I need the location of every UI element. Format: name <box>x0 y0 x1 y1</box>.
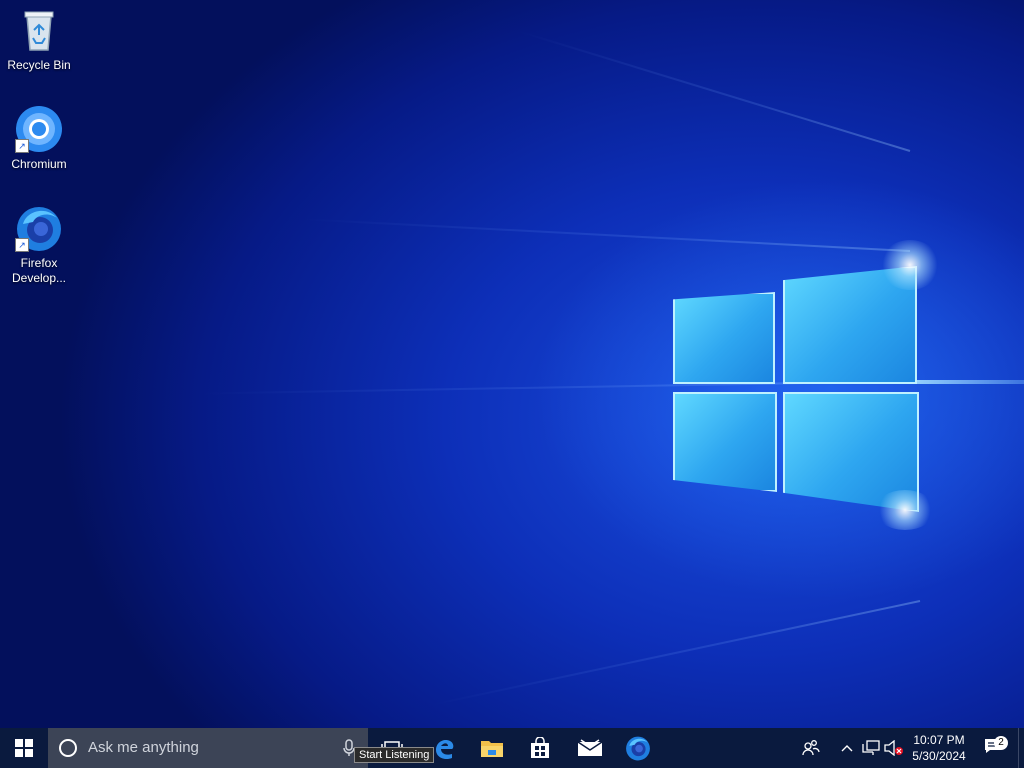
search-placeholder: Ask me anything <box>88 739 199 756</box>
folder-icon <box>481 741 503 757</box>
volume-muted-icon <box>884 740 903 756</box>
light-beam <box>430 600 921 706</box>
show-hidden-icons-button[interactable] <box>838 728 856 768</box>
logo-glow-top <box>880 240 940 290</box>
windows-start-icon <box>15 739 33 757</box>
light-beam <box>300 218 911 252</box>
desktop-icon-label: Chromium <box>11 157 67 171</box>
taskbar: Ask me anything 10:07 PM 5/30/2024 2 <box>0 728 1024 768</box>
microphone-tooltip: Start Listening <box>354 747 435 763</box>
logo-pane-top-left <box>673 292 775 384</box>
light-beam <box>517 30 911 152</box>
people-icon <box>802 740 820 756</box>
clock-time: 10:07 PM <box>913 733 965 747</box>
edge-icon <box>436 740 454 760</box>
shortcut-arrow-icon: ↗ <box>15 139 29 153</box>
desktop-icon-label: Firefox Develop... <box>11 256 67 285</box>
logo-pane-bottom-left <box>673 392 777 492</box>
firefox-developer-icon: ↗ <box>15 204 63 252</box>
notification-count-badge: 2 <box>994 736 1008 750</box>
clock-button[interactable]: 10:07 PM 5/30/2024 <box>908 732 970 764</box>
people-button[interactable] <box>796 728 826 768</box>
network-icon <box>862 740 880 755</box>
cortana-icon <box>59 739 77 757</box>
chevron-up-icon <box>841 745 853 752</box>
recycle-bin-icon <box>15 6 63 54</box>
chromium-icon: ↗ <box>15 105 63 153</box>
mail-button[interactable] <box>566 728 614 768</box>
desktop-icon-chromium[interactable]: ↗ Chromium <box>1 105 77 172</box>
mail-icon <box>577 739 603 756</box>
network-button[interactable] <box>860 728 882 768</box>
desktop-icon-recycle-bin[interactable]: Recycle Bin <box>1 6 77 73</box>
store-button[interactable] <box>516 728 564 768</box>
start-button[interactable] <box>0 728 48 768</box>
desktop-wallpaper: Recycle Bin ↗ Chromium ↗ Firefox Develop… <box>0 0 1024 728</box>
clock-date: 5/30/2024 <box>912 749 966 763</box>
shortcut-arrow-icon: ↗ <box>15 238 29 252</box>
show-desktop-button[interactable] <box>1018 728 1024 768</box>
search-box[interactable]: Ask me anything <box>48 728 368 768</box>
firefox-developer-button[interactable] <box>614 728 662 768</box>
file-explorer-button[interactable] <box>468 728 516 768</box>
logo-glow-bottom <box>875 490 935 530</box>
store-icon <box>531 737 549 758</box>
volume-button[interactable] <box>883 728 905 768</box>
action-center-button[interactable]: 2 <box>978 728 1010 768</box>
firefox-developer-icon <box>626 736 650 761</box>
light-beam <box>916 380 1024 384</box>
desktop-icon-label: Recycle Bin <box>7 58 71 72</box>
desktop-icon-firefox-developer[interactable]: ↗ Firefox Develop... <box>1 204 77 286</box>
